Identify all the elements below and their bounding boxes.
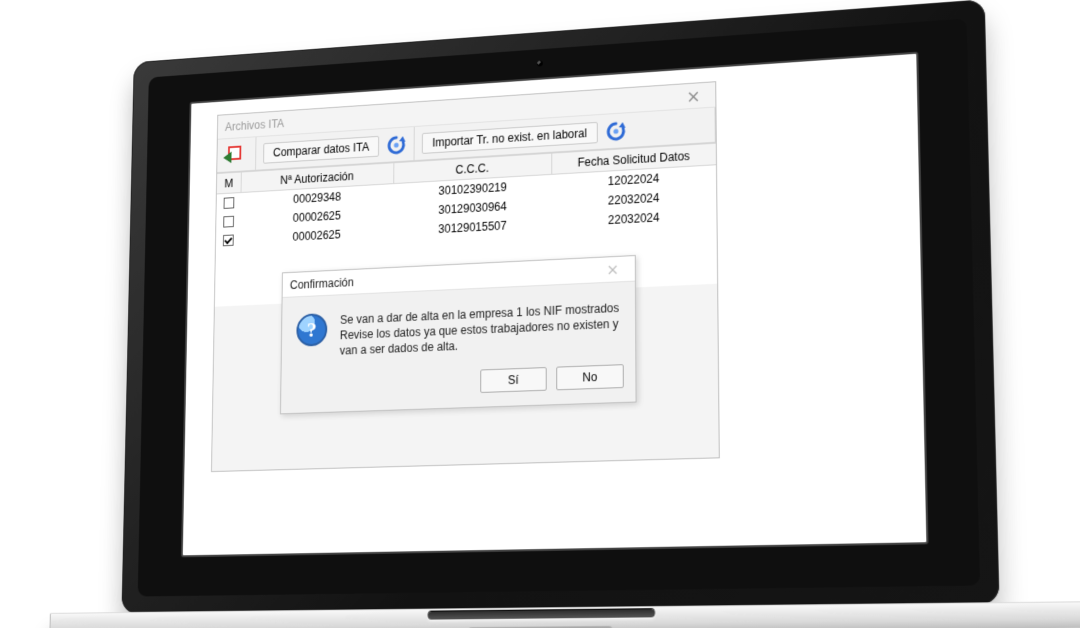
refresh-icon	[386, 132, 408, 156]
scene: Archivos ITA	[0, 0, 1080, 628]
row-checkbox[interactable]	[223, 234, 234, 246]
row-checkbox[interactable]	[224, 216, 235, 228]
ita-window: Archivos ITA	[211, 81, 720, 472]
laptop-mockup: Archivos ITA	[121, 0, 1001, 628]
close-icon	[688, 90, 699, 101]
window-title: Archivos ITA	[225, 117, 284, 134]
toolbar-slot-add	[218, 137, 257, 172]
compare-data-button[interactable]: Comparar datos ITA	[263, 135, 379, 163]
dialog-title: Confirmación	[290, 275, 354, 291]
laptop-hinge	[428, 609, 655, 619]
no-button[interactable]: No	[557, 364, 625, 390]
import-button[interactable]: Importar Tr. no exist. en laboral	[422, 121, 597, 153]
row-checkbox[interactable]	[224, 197, 235, 209]
close-icon	[608, 265, 618, 275]
yes-button[interactable]: Sí	[481, 366, 547, 392]
import-refresh-button[interactable]	[602, 115, 631, 146]
row-checkbox-cell	[216, 234, 241, 247]
camera-dot	[537, 60, 543, 66]
question-icon: ?	[297, 313, 328, 347]
row-checkbox-cell	[217, 215, 242, 228]
dialog-close-button[interactable]	[597, 260, 630, 279]
add-file-button[interactable]	[225, 140, 246, 169]
add-file-icon	[225, 144, 245, 166]
question-glyph: ?	[307, 317, 317, 342]
window-close-button[interactable]	[677, 86, 710, 106]
col-header-mark[interactable]: M	[217, 172, 242, 194]
refresh-icon	[604, 118, 627, 143]
compare-refresh-button[interactable]	[383, 129, 411, 159]
dialog-message: Se van a dar de alta en la empresa 1 los…	[340, 300, 620, 359]
confirmation-dialog: Confirmación ?	[280, 255, 637, 414]
laptop-screen: Archivos ITA	[181, 51, 929, 557]
laptop-lid: Archivos ITA	[122, 0, 1000, 614]
laptop-bezel: Archivos ITA	[138, 18, 981, 597]
row-checkbox-cell	[217, 197, 242, 210]
